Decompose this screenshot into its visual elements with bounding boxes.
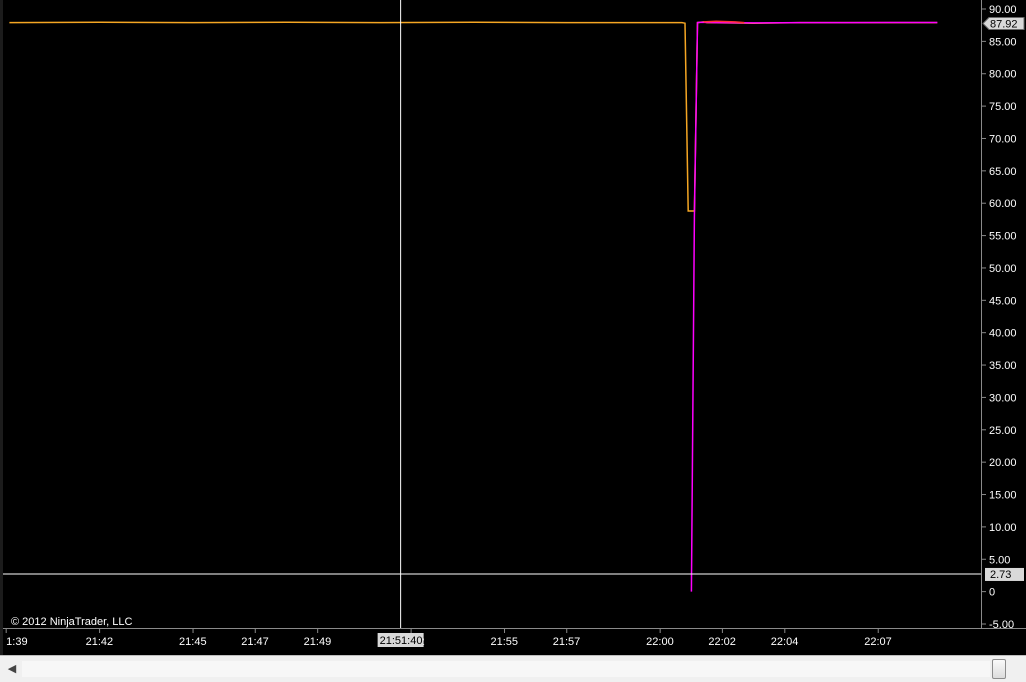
series-line-2 xyxy=(690,21,938,592)
horizontal-scrollbar[interactable]: ◀ xyxy=(0,655,1026,682)
y-tick-label: 40.00 xyxy=(989,328,1017,340)
y-tick-label: 25.00 xyxy=(989,425,1017,437)
crosshair-time-marker: 21:51:40 xyxy=(377,633,424,647)
y-tick-label: 55.00 xyxy=(989,231,1017,243)
price-axis-svg: 90.00 85.00 80.00 75.00 70.00 65.00 60.00 55.00… xyxy=(982,4,1025,631)
chart-plot-area[interactable]: © 2012 NinjaTrader, LLC xyxy=(3,0,981,628)
scroll-thumb[interactable] xyxy=(992,659,1006,679)
crosshair-price-marker: 2.73 xyxy=(985,567,1024,581)
x-tick-label: 1:39 xyxy=(6,636,27,648)
x-tick-label: 21:49 xyxy=(304,636,332,648)
chart-window: © 2012 NinjaTrader, LLC 90.00 85.00 80.00 7… xyxy=(0,0,1026,682)
scroll-right-arrow-icon[interactable] xyxy=(1009,660,1023,678)
x-tick-label: 21:42 xyxy=(86,636,114,648)
crosshair-time-label: 21:51:40 xyxy=(380,635,423,647)
y-tick-label: 90.00 xyxy=(989,4,1017,16)
scroll-left-arrow-icon[interactable]: ◀ xyxy=(4,660,20,678)
last-price-label: 87.92 xyxy=(990,18,1018,30)
last-price-marker: 87.92 xyxy=(982,16,1025,30)
y-tick-label: 30.00 xyxy=(989,392,1017,404)
scroll-track[interactable] xyxy=(22,661,990,677)
price-axis[interactable]: 90.00 85.00 80.00 75.00 70.00 65.00 60.00 55.00… xyxy=(981,0,1026,631)
x-tick-label: 21:55 xyxy=(491,636,519,648)
y-tick-label: 70.00 xyxy=(989,133,1017,145)
y-tick-label: -5.00 xyxy=(989,619,1014,628)
x-tick-label: 21:47 xyxy=(241,636,269,648)
x-tick-label: 22:04 xyxy=(771,636,799,648)
x-tick-label: 21:45 xyxy=(179,636,207,648)
y-tick-label: 45.00 xyxy=(989,295,1017,307)
y-tick-label: 5.00 xyxy=(989,554,1010,566)
y-tick-label: 0 xyxy=(989,587,995,599)
series-line-1 xyxy=(9,21,938,212)
x-tick-label: 22:07 xyxy=(864,636,892,648)
y-tick-label: 50.00 xyxy=(989,263,1017,275)
y-tick-label: 75.00 xyxy=(989,101,1017,113)
x-tick-label: 22:00 xyxy=(646,636,674,648)
x-tick-label: 21:57 xyxy=(553,636,581,648)
y-tick-label: 15.00 xyxy=(989,490,1017,502)
price-chart-svg: © 2012 NinjaTrader, LLC xyxy=(3,0,981,628)
time-axis-svg: 1:3921:4221:4521:4721:4921:5221:5521:572… xyxy=(5,629,892,648)
y-tick-label: 65.00 xyxy=(989,166,1017,178)
x-tick-label: 22:02 xyxy=(708,636,736,648)
time-axis[interactable]: 1:3921:4221:4521:4721:4921:5221:5521:572… xyxy=(3,628,1026,655)
y-tick-label: 80.00 xyxy=(989,69,1017,81)
y-tick-label: 10.00 xyxy=(989,522,1017,534)
y-tick-label: 35.00 xyxy=(989,360,1017,372)
y-tick-label: 60.00 xyxy=(989,198,1017,210)
copyright-text: © 2012 NinjaTrader, LLC xyxy=(11,616,132,628)
crosshair-price-label: 2.73 xyxy=(990,569,1011,581)
y-tick-label: 85.00 xyxy=(989,36,1017,48)
y-tick-label: 20.00 xyxy=(989,457,1017,469)
